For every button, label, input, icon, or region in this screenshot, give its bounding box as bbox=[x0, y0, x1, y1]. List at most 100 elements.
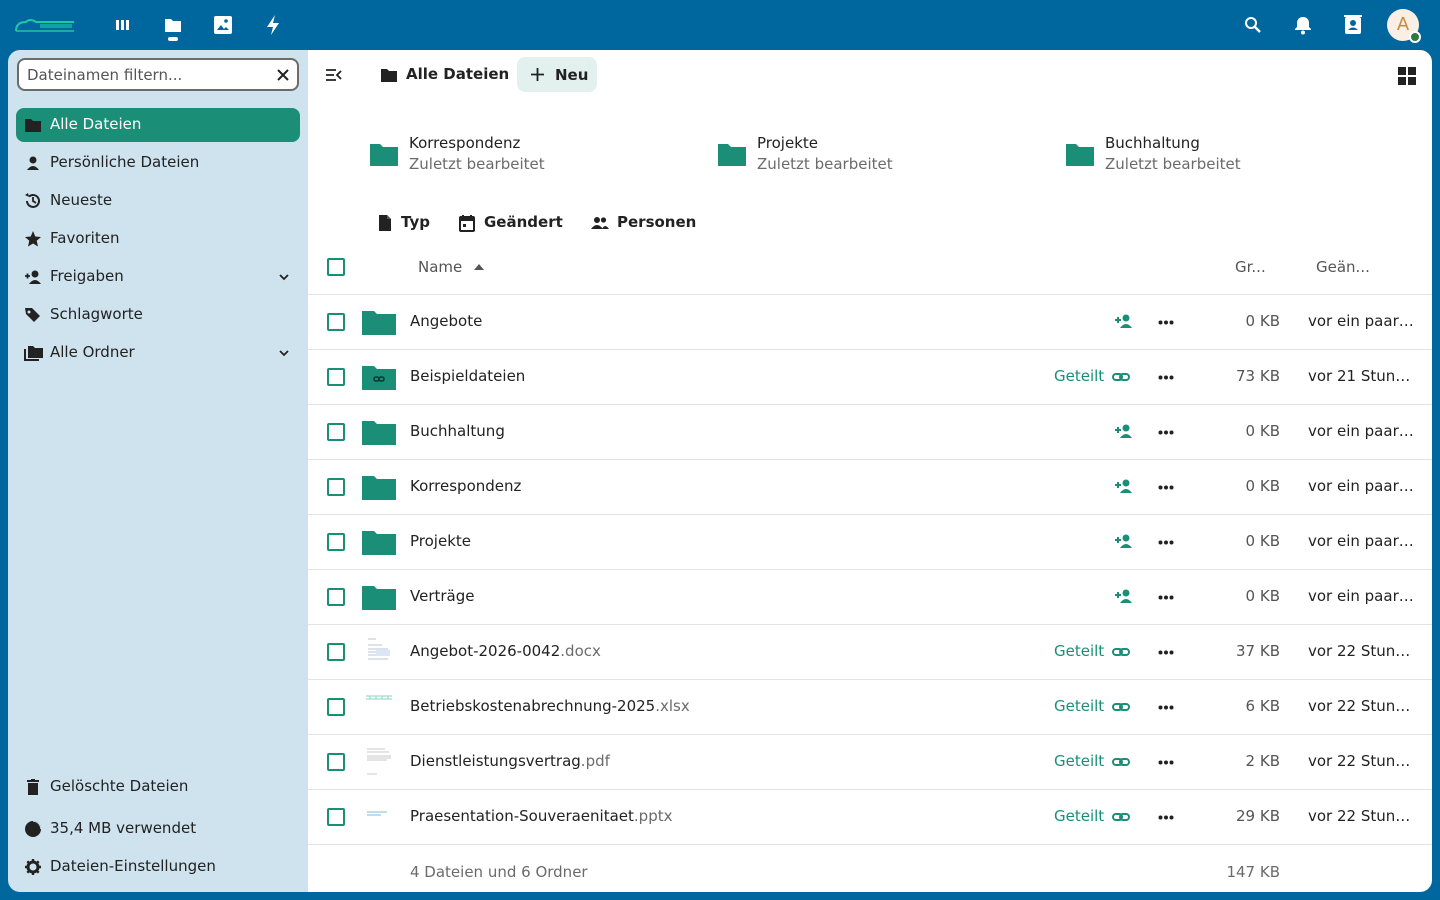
recent-folder-card[interactable]: Projekte Zuletzt bearbeitet bbox=[718, 134, 1018, 178]
recent-folder-name: Projekte bbox=[757, 134, 818, 152]
recent-folder-card[interactable]: Korrespondenz Zuletzt bearbeitet bbox=[370, 134, 670, 178]
row-checkbox[interactable] bbox=[327, 753, 345, 771]
add-share-icon[interactable] bbox=[1114, 422, 1134, 440]
toggle-navigation-icon[interactable] bbox=[325, 67, 343, 83]
more-actions-icon[interactable] bbox=[1158, 650, 1174, 655]
file-name[interactable]: Praesentation-Souveraenitaet.pptx bbox=[410, 807, 672, 825]
file-name[interactable]: Dienstleistungsvertrag.pdf bbox=[410, 752, 610, 770]
filter-type-button[interactable]: Typ bbox=[376, 213, 436, 233]
table-row[interactable]: Beispieldateien Geteilt 73 KB vor 21 Stu… bbox=[308, 350, 1432, 405]
more-actions-icon[interactable] bbox=[1158, 595, 1174, 600]
sidebar-item-trash[interactable]: Gelöschte Dateien bbox=[16, 770, 300, 804]
row-checkbox[interactable] bbox=[327, 368, 345, 386]
sidebar-item-all-folders[interactable]: Alle Ordner bbox=[16, 336, 300, 370]
link-icon[interactable] bbox=[1112, 809, 1130, 825]
add-share-icon[interactable] bbox=[1114, 532, 1134, 550]
column-size[interactable]: Gr... bbox=[1235, 258, 1266, 276]
file-name[interactable]: Projekte bbox=[410, 532, 471, 550]
search-icon[interactable] bbox=[1242, 14, 1264, 36]
file-name[interactable]: Betriebskostenabrechnung-2025.xlsx bbox=[410, 697, 690, 715]
shared-label[interactable]: Geteilt bbox=[1054, 367, 1104, 385]
chevron-down-icon[interactable] bbox=[278, 271, 290, 283]
row-checkbox[interactable] bbox=[327, 423, 345, 441]
gear-icon bbox=[24, 858, 42, 876]
more-actions-icon[interactable] bbox=[1158, 760, 1174, 765]
shared-label[interactable]: Geteilt bbox=[1054, 697, 1104, 715]
file-name[interactable]: Buchhaltung bbox=[410, 422, 505, 440]
link-icon[interactable] bbox=[1112, 369, 1130, 385]
row-checkbox[interactable] bbox=[327, 478, 345, 496]
table-row[interactable]: Buchhaltung 0 KB vor ein paar Sekunden bbox=[308, 405, 1432, 460]
add-share-icon[interactable] bbox=[1114, 312, 1134, 330]
table-row[interactable]: Angebot-2026-0042.docx Geteilt 37 KB vor… bbox=[308, 625, 1432, 680]
sidebar-item-tags[interactable]: Schlagworte bbox=[16, 298, 300, 332]
people-icon bbox=[591, 214, 609, 232]
table-row[interactable]: Angebote 0 KB vor ein paar Sekunden bbox=[308, 295, 1432, 350]
shared-label[interactable]: Geteilt bbox=[1054, 642, 1104, 660]
recent-folder-subtitle: Zuletzt bearbeitet bbox=[1105, 155, 1241, 173]
grid-view-icon[interactable] bbox=[1398, 67, 1416, 85]
sidebar-item-recent[interactable]: Neueste bbox=[16, 184, 300, 218]
more-actions-icon[interactable] bbox=[1158, 320, 1174, 325]
link-icon[interactable] bbox=[1112, 754, 1130, 770]
sidebar-item-settings[interactable]: Dateien-Einstellungen bbox=[16, 850, 300, 884]
chevron-down-icon[interactable] bbox=[278, 347, 290, 359]
sidebar-item-personal-files[interactable]: Persönliche Dateien bbox=[16, 146, 300, 180]
column-modified[interactable]: Geän... bbox=[1316, 258, 1370, 276]
new-button[interactable]: Neu bbox=[517, 57, 597, 92]
filter-people-button[interactable]: Personen bbox=[591, 213, 701, 233]
table-row[interactable]: Verträge 0 KB vor ein paar Sekunden bbox=[308, 570, 1432, 625]
file-name[interactable]: Verträge bbox=[410, 587, 474, 605]
add-share-icon[interactable] bbox=[1114, 587, 1134, 605]
row-checkbox[interactable] bbox=[327, 698, 345, 716]
table-row[interactable]: Praesentation-Souveraenitaet.pptx Geteil… bbox=[308, 790, 1432, 845]
select-all-checkbox[interactable] bbox=[327, 258, 345, 276]
contacts-icon[interactable] bbox=[1342, 14, 1364, 36]
more-actions-icon[interactable] bbox=[1158, 540, 1174, 545]
file-name[interactable]: Korrespondenz bbox=[410, 477, 521, 495]
bell-icon[interactable] bbox=[1292, 14, 1314, 36]
row-checkbox[interactable] bbox=[327, 588, 345, 606]
filter-input[interactable] bbox=[27, 65, 267, 85]
row-checkbox[interactable] bbox=[327, 313, 345, 331]
files-icon[interactable] bbox=[162, 14, 184, 36]
plus-icon bbox=[531, 68, 544, 81]
sidebar-item-label: Alle Dateien bbox=[50, 115, 142, 133]
link-icon[interactable] bbox=[1112, 699, 1130, 715]
recent-folder-card[interactable]: Buchhaltung Zuletzt bearbeitet bbox=[1066, 134, 1366, 178]
shared-label[interactable]: Geteilt bbox=[1054, 752, 1104, 770]
row-checkbox[interactable] bbox=[327, 533, 345, 551]
sidebar-item-label: Freigaben bbox=[50, 267, 124, 285]
more-actions-icon[interactable] bbox=[1158, 815, 1174, 820]
sidebar-item-shares[interactable]: Freigaben bbox=[16, 260, 300, 294]
row-checkbox[interactable] bbox=[327, 643, 345, 661]
close-icon[interactable] bbox=[275, 67, 291, 83]
file-name[interactable]: Angebot-2026-0042.docx bbox=[410, 642, 601, 660]
trash-icon bbox=[24, 778, 42, 796]
logo[interactable] bbox=[14, 17, 78, 35]
shared-folder-icon bbox=[362, 364, 396, 390]
more-actions-icon[interactable] bbox=[1158, 375, 1174, 380]
table-row[interactable]: Betriebskostenabrechnung-2025.xlsx Getei… bbox=[308, 680, 1432, 735]
table-row[interactable]: Dienstleistungsvertrag.pdf Geteilt 2 KB … bbox=[308, 735, 1432, 790]
more-actions-icon[interactable] bbox=[1158, 705, 1174, 710]
photos-icon[interactable] bbox=[212, 14, 234, 36]
column-name[interactable]: Name bbox=[418, 258, 462, 276]
sidebar-item-all-files[interactable]: Alle Dateien bbox=[16, 108, 300, 142]
shared-label[interactable]: Geteilt bbox=[1054, 807, 1104, 825]
dashboard-icon[interactable] bbox=[112, 14, 134, 36]
activity-icon[interactable] bbox=[262, 14, 284, 36]
breadcrumb[interactable]: Alle Dateien bbox=[406, 65, 509, 83]
table-row[interactable]: Projekte 0 KB vor ein paar Sekunden bbox=[308, 515, 1432, 570]
more-actions-icon[interactable] bbox=[1158, 430, 1174, 435]
row-checkbox[interactable] bbox=[327, 808, 345, 826]
file-name[interactable]: Angebote bbox=[410, 312, 482, 330]
filter-modified-button[interactable]: Geändert bbox=[458, 213, 568, 233]
filter-field[interactable] bbox=[17, 58, 299, 91]
more-actions-icon[interactable] bbox=[1158, 485, 1174, 490]
add-share-icon[interactable] bbox=[1114, 477, 1134, 495]
sidebar-item-favorites[interactable]: Favoriten bbox=[16, 222, 300, 256]
file-name[interactable]: Beispieldateien bbox=[410, 367, 525, 385]
table-row[interactable]: Korrespondenz 0 KB vor ein paar Sekunden bbox=[308, 460, 1432, 515]
link-icon[interactable] bbox=[1112, 644, 1130, 660]
